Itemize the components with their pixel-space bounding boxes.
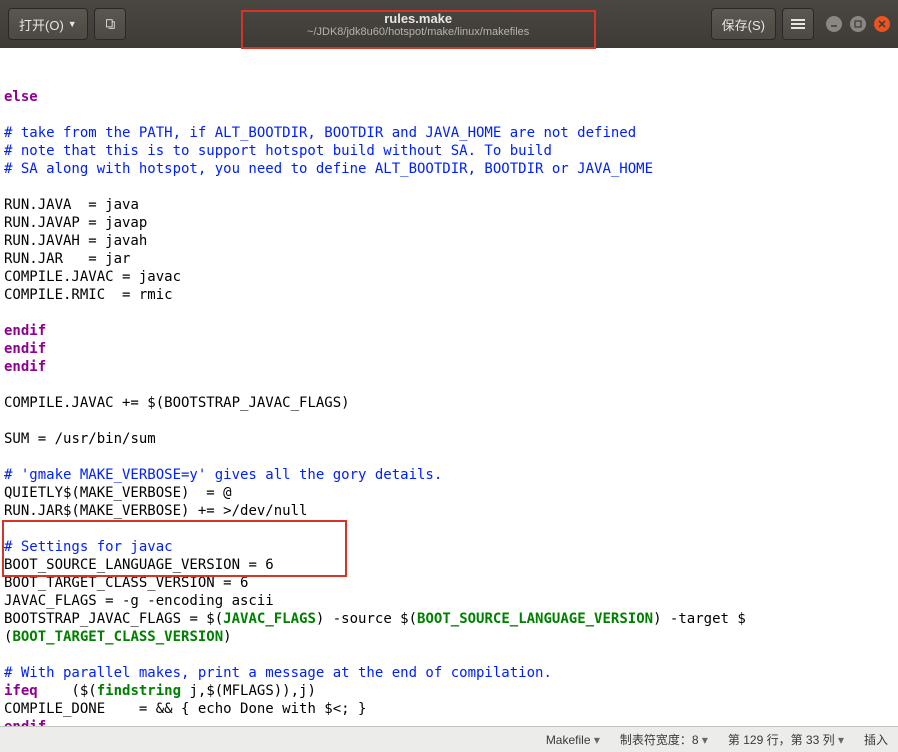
code-text: (BOOT_TARGET_CLASS_VERSION) — [4, 629, 232, 645]
code-text: BOOTSTRAP_JAVAC_FLAGS = $(JAVAC_FLAGS) -… — [4, 611, 746, 627]
code-text: ifeq ($(findstring j,$(MFLAGS)),j) — [4, 683, 316, 699]
code-text: RUN.JAR = jar — [4, 251, 130, 267]
new-tab-button[interactable] — [94, 8, 126, 40]
editor-area[interactable]: else # take from the PATH, if ALT_BOOTDI… — [0, 48, 898, 726]
new-document-icon — [105, 17, 115, 31]
code-text: endif — [4, 719, 46, 726]
code-text: # Settings for javac — [4, 539, 173, 555]
code-text: else — [4, 89, 38, 105]
code-text: endif — [4, 323, 46, 339]
minimize-icon — [830, 20, 838, 28]
maximize-icon — [854, 20, 862, 28]
code-text: COMPILE_DONE = && { echo Done with $<; } — [4, 701, 366, 717]
save-label: 保存(S) — [722, 15, 765, 34]
code-text: BOOT_SOURCE_LANGUAGE_VERSION = 6 — [4, 557, 274, 573]
open-label: 打开(O) — [19, 15, 64, 34]
statusbar: Makefile 制表符宽度：8 第 129 行，第 33 列 插入 — [0, 726, 898, 752]
menu-button[interactable] — [782, 8, 814, 40]
code-text: endif — [4, 341, 46, 357]
code-text: RUN.JAVAP = javap — [4, 215, 147, 231]
cursor-position[interactable]: 第 129 行，第 33 列 — [728, 731, 844, 748]
code-text: # note that this is to support hotspot b… — [4, 143, 552, 159]
code-text: COMPILE.JAVAC += $(BOOTSTRAP_JAVAC_FLAGS… — [4, 395, 350, 411]
code-text: RUN.JAVA = java — [4, 197, 139, 213]
code-text: BOOT_TARGET_CLASS_VERSION = 6 — [4, 575, 248, 591]
code-text: RUN.JAR$(MAKE_VERBOSE) += >/dev/null — [4, 503, 307, 519]
save-button[interactable]: 保存(S) — [711, 8, 776, 40]
maximize-button[interactable] — [850, 16, 866, 32]
code-text: # SA along with hotspot, you need to def… — [4, 161, 653, 177]
window-controls — [826, 16, 890, 32]
edit-mode: 插入 — [864, 731, 888, 748]
code-text: JAVAC_FLAGS = -g -encoding ascii — [4, 593, 274, 609]
close-button[interactable] — [874, 16, 890, 32]
code-text: SUM = /usr/bin/sum — [4, 431, 156, 447]
title-highlight-box — [241, 10, 596, 49]
code-text: # With parallel makes, print a message a… — [4, 665, 552, 681]
code-text: # take from the PATH, if ALT_BOOTDIR, BO… — [4, 125, 636, 141]
code-text: COMPILE.RMIC = rmic — [4, 287, 173, 303]
title-area: rules.make ~/JDK8/jdk8u60/hotspot/make/l… — [132, 11, 705, 38]
open-button[interactable]: 打开(O) ▼ — [8, 8, 88, 40]
code-text: COMPILE.JAVAC = javac — [4, 269, 181, 285]
filetype-selector[interactable]: Makefile — [546, 733, 600, 747]
hamburger-icon — [791, 17, 805, 31]
code-text: endif — [4, 359, 46, 375]
chevron-down-icon: ▼ — [68, 19, 77, 29]
tabwidth-selector[interactable]: 制表符宽度：8 — [620, 731, 708, 748]
code-text: QUIETLY$(MAKE_VERBOSE) = @ — [4, 485, 232, 501]
minimize-button[interactable] — [826, 16, 842, 32]
titlebar: 打开(O) ▼ rules.make ~/JDK8/jdk8u60/hotspo… — [0, 0, 898, 48]
close-icon — [878, 20, 886, 28]
code-text: # 'gmake MAKE_VERBOSE=y' gives all the g… — [4, 467, 442, 483]
code-text: RUN.JAVAH = javah — [4, 233, 147, 249]
